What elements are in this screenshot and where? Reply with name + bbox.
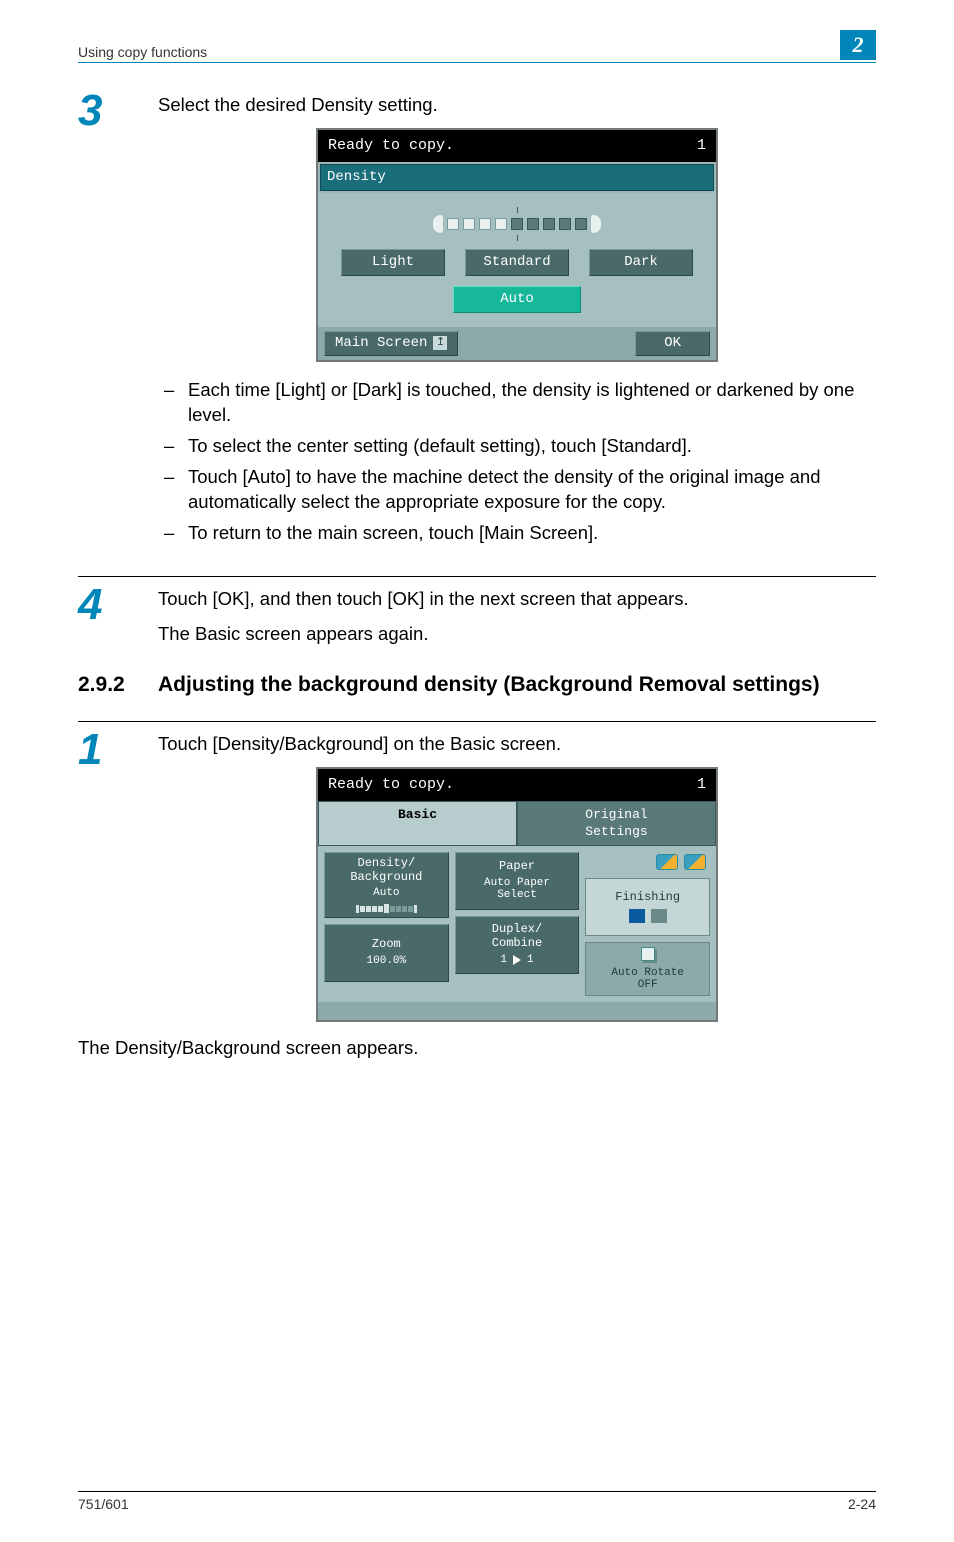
finishing-tile[interactable]: Finishing — [585, 878, 710, 936]
finishing-icons — [629, 909, 667, 923]
tab-basic[interactable]: Basic — [318, 801, 517, 846]
arrow-right-icon — [513, 955, 521, 965]
finishing-icon — [629, 909, 645, 923]
chapter-number-badge: 2 — [840, 30, 876, 60]
zoom-value: 100.0% — [367, 955, 407, 968]
paper-value: Auto Paper Select — [484, 877, 550, 902]
status-text: Ready to copy. — [328, 775, 454, 795]
footer-model: 751/601 — [78, 1496, 129, 1512]
slider-cap-right — [591, 215, 601, 233]
light-button[interactable]: Light — [341, 249, 445, 276]
step-number-1: 1 — [78, 728, 158, 772]
auto-button[interactable]: Auto — [453, 286, 581, 313]
status-text: Ready to copy. — [328, 136, 454, 156]
footer-rule — [78, 1491, 876, 1492]
list-item: Touch [Auto] to have the machine detect … — [158, 465, 876, 515]
step4-line1: Touch [OK], and then touch [OK] in the n… — [158, 587, 876, 612]
density-value: Auto — [373, 887, 399, 900]
list-item: To return to the main screen, touch [Mai… — [158, 521, 876, 546]
ok-button[interactable]: OK — [635, 331, 710, 356]
list-item: Each time [Light] or [Dark] is touched, … — [158, 378, 876, 428]
header-rule — [78, 62, 876, 63]
step3-bullet-list: Each time [Light] or [Dark] is touched, … — [158, 378, 876, 546]
standard-button[interactable]: Standard — [465, 249, 569, 276]
density-background-tile[interactable]: Density/ Background Auto — [324, 852, 449, 918]
density-screen: Ready to copy. 1 Density — [316, 128, 718, 362]
orientation-icons — [585, 852, 710, 872]
mini-slider-icon — [356, 904, 417, 913]
dark-button[interactable]: Dark — [589, 249, 693, 276]
duplex-combine-tile[interactable]: Duplex/ Combine 1 1 — [455, 916, 580, 974]
finishing-icon — [651, 909, 667, 923]
page-icon — [641, 947, 655, 961]
paper-tile[interactable]: Paper Auto Paper Select — [455, 852, 580, 910]
running-header: Using copy functions 2 — [78, 30, 876, 60]
section-title: Adjusting the background density (Backgr… — [158, 673, 820, 697]
step-divider — [78, 721, 876, 722]
step3-text: Select the desired Density setting. — [158, 93, 876, 118]
footer-pageno: 2-24 — [848, 1496, 876, 1512]
copy-count: 1 — [697, 136, 706, 156]
step1b-text: Touch [Density/Background] on the Basic … — [158, 732, 876, 757]
running-title: Using copy functions — [78, 44, 207, 60]
copy-count: 1 — [697, 775, 706, 795]
density-slider[interactable] — [338, 207, 696, 249]
main-screen-button[interactable]: Main Screen ↥ — [324, 331, 458, 356]
page-footer: 751/601 2-24 — [78, 1496, 876, 1512]
section-heading: 2.9.2 Adjusting the background density (… — [78, 673, 876, 697]
basic-screen: Ready to copy. 1 Basic Original Settings… — [316, 767, 718, 1023]
step4-line2: The Basic screen appears again. — [158, 622, 876, 647]
tab-original-settings[interactable]: Original Settings — [517, 801, 716, 846]
screen-title: Density — [320, 164, 714, 191]
orientation-icon[interactable] — [684, 854, 706, 870]
step-number-3: 3 — [78, 89, 158, 133]
up-arrow-icon: ↥ — [433, 336, 447, 350]
section-number: 2.9.2 — [78, 673, 158, 697]
list-item: To select the center setting (default se… — [158, 434, 876, 459]
auto-rotate-tile[interactable]: Auto Rotate OFF — [585, 942, 710, 996]
step-number-4: 4 — [78, 583, 158, 627]
step-divider — [78, 576, 876, 577]
zoom-tile[interactable]: Zoom 100.0% — [324, 924, 449, 982]
orientation-icon[interactable] — [656, 854, 678, 870]
slider-cap-left — [433, 215, 443, 233]
duplex-value: 1 1 — [500, 954, 533, 967]
step1b-after: The Density/Background screen appears. — [78, 1036, 876, 1061]
